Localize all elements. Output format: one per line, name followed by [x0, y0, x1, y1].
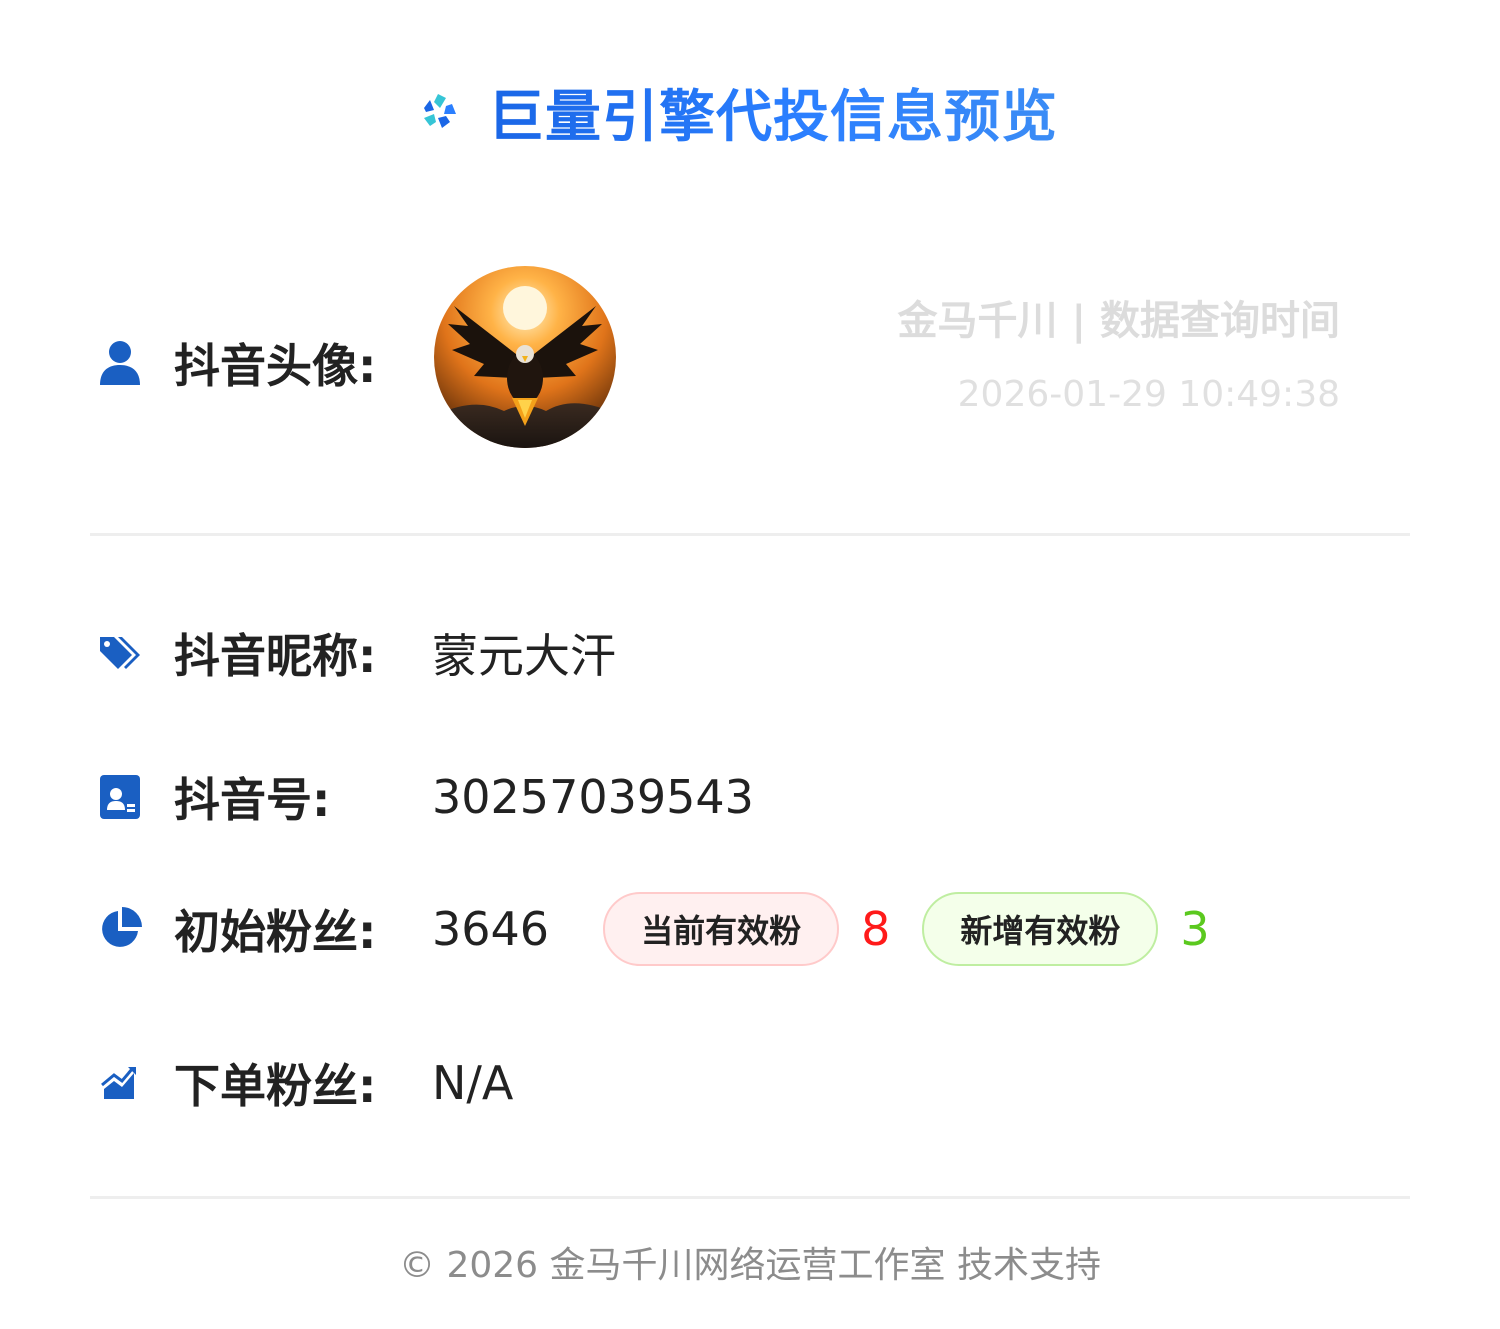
current-valid-fans-badge: 当前有效粉 [603, 892, 840, 966]
avatar-label: 抖音头像: [174, 339, 377, 393]
avatar-row: 抖音头像: [96, 330, 404, 396]
initial-fans-value: 3646 [432, 902, 550, 956]
tag-icon [96, 629, 144, 677]
nickname-label: 抖音昵称: [174, 629, 377, 683]
user-icon [96, 339, 144, 387]
avatar [434, 266, 616, 448]
douyin-id-value: 30257039543 [432, 770, 754, 824]
order-fans-row: 下单粉丝: N/A [96, 1050, 513, 1116]
divider-top [90, 533, 1410, 536]
initial-fans-label: 初始粉丝: [174, 905, 377, 959]
footer-text: © 2026 金马千川网络运营工作室 技术支持 [399, 1245, 1101, 1286]
new-valid-fans-count: 3 [1180, 902, 1210, 956]
query-brand-label: 金马千川 | 数据查询时间 [897, 298, 1340, 344]
query-info: 金马千川 | 数据查询时间 2026-01-29 10:49:38 [898, 288, 1340, 415]
nickname-value: 蒙元大汗 [432, 629, 616, 683]
page-header: 巨量引擎代投信息预览 [0, 72, 1500, 152]
trend-up-icon [96, 1059, 144, 1107]
nickname-row: 抖音昵称: 蒙元大汗 [96, 620, 616, 686]
douyin-id-label: 抖音号: [174, 773, 331, 827]
query-time: 2026-01-29 10:49:38 [957, 374, 1340, 415]
pie-chart-icon [96, 905, 144, 953]
douyin-id-row: 抖音号: 30257039543 [96, 764, 754, 830]
current-valid-fans-count: 8 [861, 902, 891, 956]
divider-bottom [90, 1196, 1410, 1199]
initial-fans-row: 初始粉丝: 3646 当前有效粉 8 新增有效粉 3 [96, 892, 1242, 966]
id-card-icon [96, 773, 144, 821]
preview-page: 巨量引擎代投信息预览 抖音头像: 金马千川 | 数据查询时间 2026-01-2… [0, 0, 1500, 1329]
order-fans-value: N/A [432, 1056, 514, 1110]
new-valid-fans-badge: 新增有效粉 [922, 892, 1159, 966]
ocean-engine-logo-icon [424, 94, 456, 128]
page-title: 巨量引擎代投信息预览 [488, 72, 1058, 153]
order-fans-label: 下单粉丝: [174, 1059, 377, 1113]
